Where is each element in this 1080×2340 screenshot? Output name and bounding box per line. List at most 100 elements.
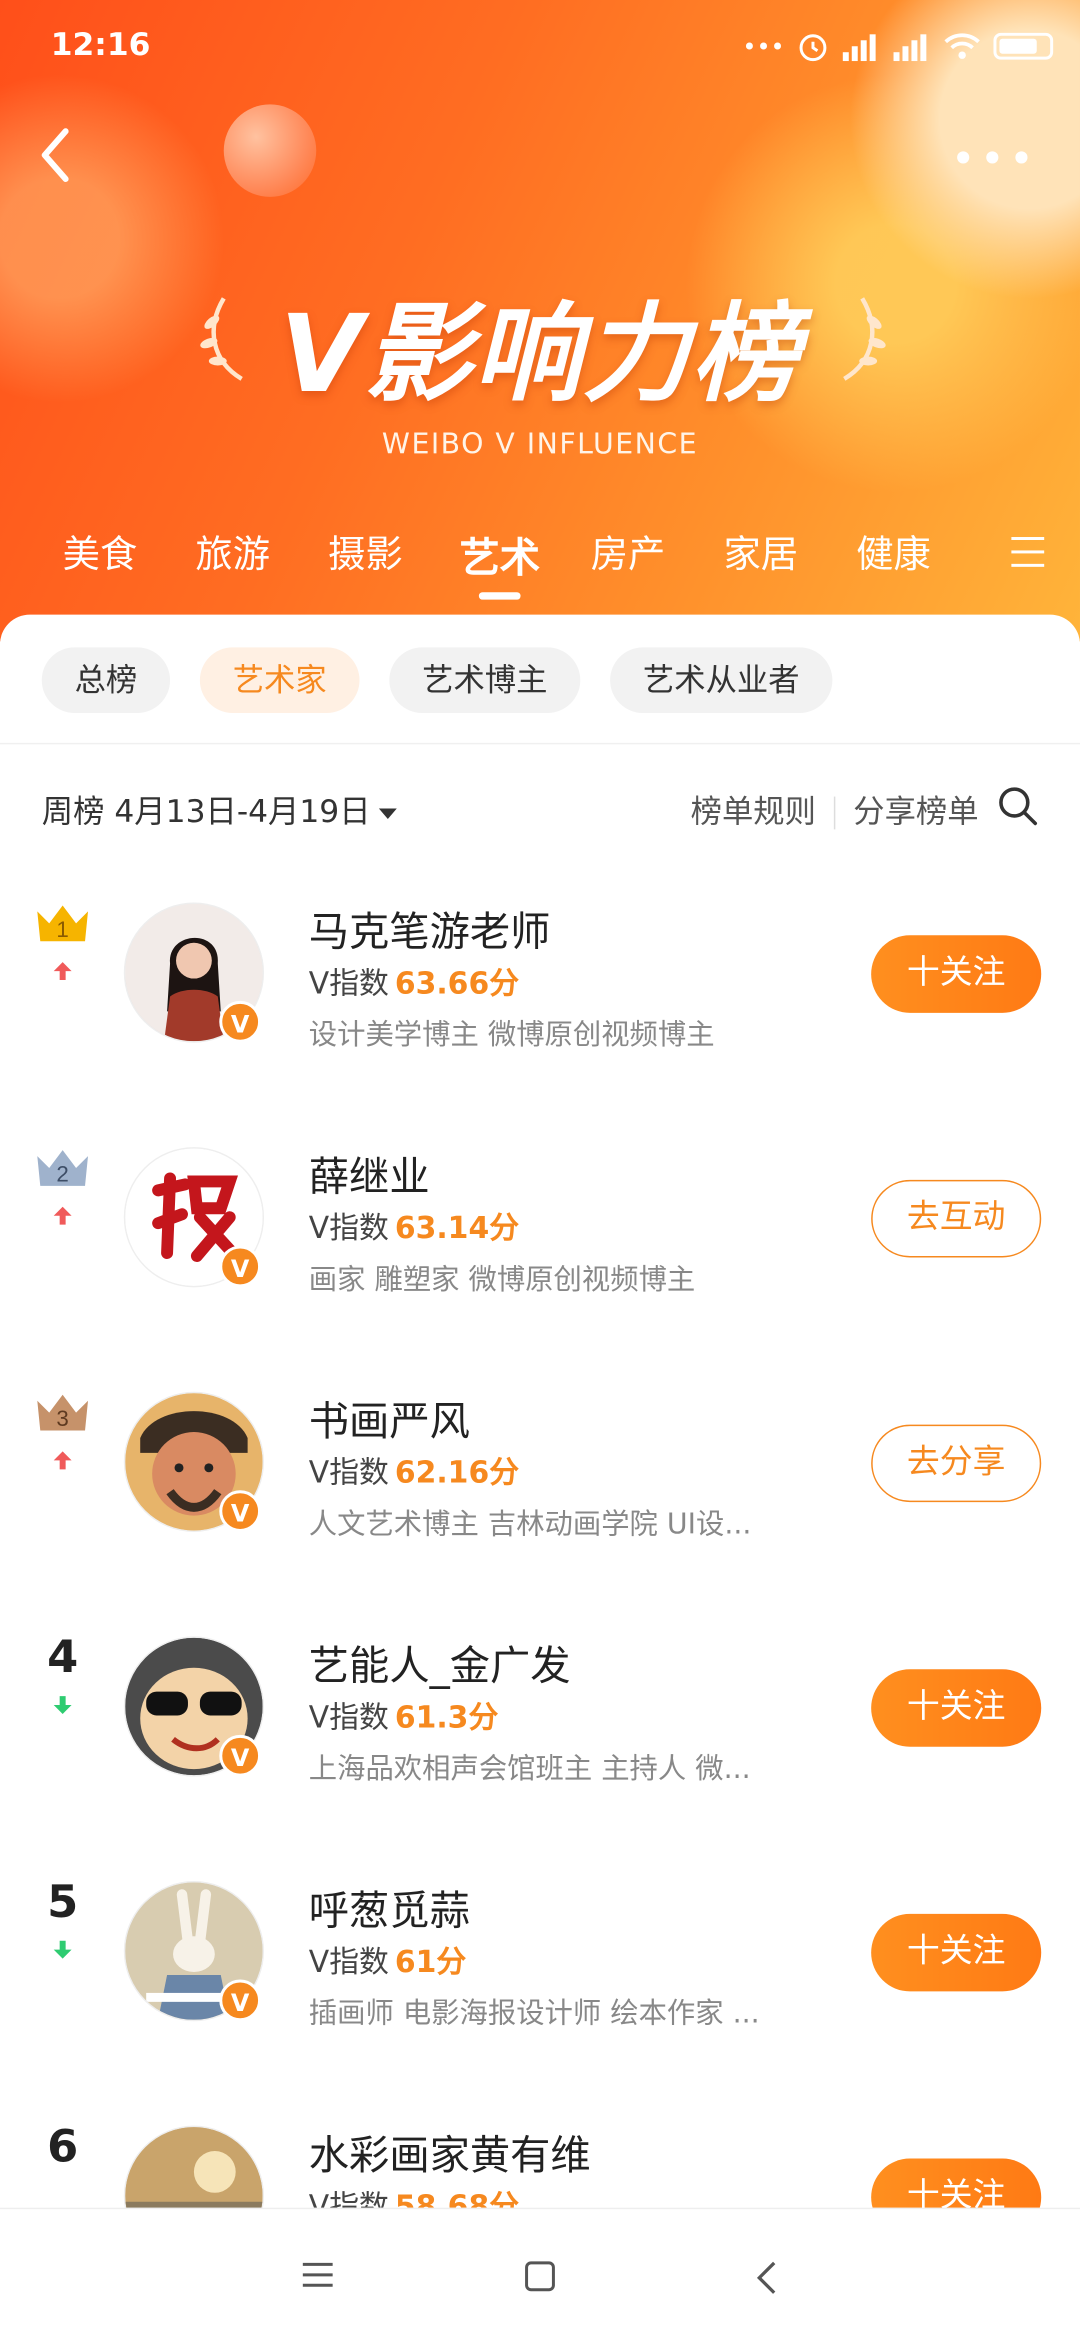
list-item[interactable]: 4 V 艺能人_金广发 V指数 61.3分 上海品欢相声会馆班主 主持人 微...… [0, 1592, 1080, 1816]
user-tags: 设计美学博主 微博原创视频博主 [308, 1018, 715, 1052]
interact-button[interactable]: 去互动 [871, 1179, 1042, 1258]
user-tags: 画家 雕塑家 微博原创视频博主 [308, 1263, 696, 1297]
v-index-label: V指数 [308, 1209, 389, 1246]
user-tags: 人文艺术博主 吉林动画学院 UI设... [308, 1508, 752, 1541]
list-item[interactable]: 3 V 书画严风 V指数 62.16分 人文艺术博主 吉林动画学院 UI设... … [0, 1347, 1080, 1571]
tab-label: 旅游 [195, 532, 271, 576]
user-name[interactable]: 马克笔游老师 [309, 899, 551, 957]
status-time: 12:16 [50, 26, 151, 63]
share-button[interactable]: 去分享 [871, 1424, 1042, 1503]
status-icons: ••• [742, 30, 1054, 63]
verified-v-badge-icon: V [219, 1000, 262, 1043]
alarm-icon [799, 34, 827, 62]
active-tab-indicator [478, 592, 521, 600]
back-arrow-icon[interactable] [30, 122, 90, 188]
user-tags: 上海品欢相声会馆班主 主持人 微... [308, 1752, 751, 1786]
chip-artist[interactable]: 艺术家 [199, 647, 360, 714]
v-index-label: V指数 [308, 1699, 389, 1735]
v-index-value: 62.16分 [394, 1454, 520, 1491]
search-icon[interactable] [996, 785, 1038, 827]
v-index-label: V指数 [308, 965, 389, 1001]
user-name[interactable]: 薛继业 [309, 1144, 430, 1202]
follow-button[interactable]: 十关注 [871, 935, 1042, 1013]
filter-links: 榜单规则 分享榜单 [691, 788, 979, 833]
tab-label: 家居 [723, 532, 799, 576]
chip-overall[interactable]: 总榜 [41, 647, 171, 714]
list-item[interactable]: 1 V 马克笔游老师 V指数 63.66分 设计美学博主 微博原创视频博主 十关注 [0, 858, 1080, 1082]
tab-photography[interactable]: 摄影 [328, 525, 403, 579]
header-banner: 12:16 ••• ••• V影响力榜 WEIBO V INFLUENCE 美食… [0, 0, 1080, 642]
rank-block: 6 [30, 2122, 96, 2174]
more-dots-icon: ••• [742, 32, 785, 61]
tabs-menu-icon[interactable] [1011, 537, 1045, 577]
v-index: V指数 61分 [309, 1938, 466, 1981]
follow-button[interactable]: 十关注 [871, 1669, 1042, 1747]
v-index-value: 61.3分 [394, 1699, 499, 1735]
user-name[interactable]: 艺能人_金广发 [309, 1633, 571, 1691]
rules-link[interactable]: 榜单规则 [691, 794, 816, 830]
rank-block: 2 [30, 1144, 96, 1234]
v-index-value: 63.66分 [394, 965, 520, 1001]
system-nav-bar [0, 2207, 1080, 2339]
user-name[interactable]: 呼葱觅蒜 [309, 1878, 470, 1936]
v-index: V指数 63.66分 [309, 959, 519, 1002]
more-options-icon[interactable]: ••• [951, 134, 1038, 183]
tab-label: 房产 [590, 532, 666, 576]
tab-realestate[interactable]: 房产 [591, 525, 666, 579]
follow-button[interactable]: 十关注 [871, 1913, 1042, 1992]
list-item[interactable]: 5 V 呼葱觅蒜 V指数 61分 插画师 电影海报设计师 绘本作家 ... 十关注 [0, 1836, 1080, 2060]
wifi-icon [944, 33, 980, 59]
silver-crown-icon: 2 [37, 1150, 89, 1186]
v-index-label: V指数 [308, 1943, 389, 1980]
caret-down-icon [379, 807, 398, 819]
v-index-label: V指数 [308, 1454, 389, 1491]
tab-label: 美食 [62, 532, 138, 576]
chip-art-practitioner[interactable]: 艺术从业者 [610, 647, 833, 714]
home-square-icon[interactable] [524, 2260, 557, 2293]
tab-home[interactable]: 家居 [723, 525, 798, 579]
share-list-link[interactable]: 分享榜单 [853, 794, 978, 830]
battery-icon [993, 32, 1054, 60]
rank-down-arrow-icon [53, 1696, 72, 1714]
user-name[interactable]: 书画严风 [309, 1389, 470, 1447]
user-name[interactable]: 水彩画家黄有维 [309, 2123, 591, 2181]
tab-art[interactable]: 艺术 [459, 525, 540, 600]
tab-travel[interactable]: 旅游 [195, 525, 270, 579]
rank-down-arrow-icon [53, 1940, 72, 1959]
menu-icon[interactable] [301, 2260, 334, 2290]
v-index: V指数 63.14分 [309, 1204, 519, 1247]
tab-food[interactable]: 美食 [63, 525, 138, 579]
verified-v-badge-icon: V [219, 1734, 262, 1777]
tab-label: 艺术 [459, 535, 540, 582]
v-index-value: 61分 [394, 1943, 467, 1980]
rank-number: 4 [47, 1631, 79, 1685]
banner-title: V影响力榜 [279, 290, 801, 417]
v-index: V指数 61.3分 [309, 1693, 499, 1736]
rank-up-arrow-icon [53, 962, 72, 981]
status-bar: 12:16 ••• [50, 21, 1054, 75]
week-selector[interactable]: 周榜 4月13日-4月19日 [42, 788, 398, 833]
back-nav-icon[interactable] [755, 2260, 779, 2296]
tab-label: 健康 [856, 532, 931, 576]
rank-number: 1 [56, 917, 68, 942]
user-tags: 插画师 电影海报设计师 绘本作家 ... [308, 1997, 760, 2031]
chip-art-blogger[interactable]: 艺术博主 [389, 647, 581, 714]
rank-block: 4 [30, 1633, 96, 1723]
decorative-orb [223, 104, 317, 197]
signal-icon-2 [893, 34, 927, 62]
rank-up-arrow-icon [53, 1451, 72, 1470]
rank-up-arrow-icon [53, 1206, 72, 1225]
v-index-value: 63.14分 [394, 1209, 520, 1246]
verified-v-badge-icon: V [219, 1490, 262, 1532]
week-label: 周榜 4月13日-4月19日 [41, 793, 371, 830]
bronze-crown-icon: 3 [37, 1394, 89, 1431]
rank-block: 1 [30, 899, 96, 989]
list-item[interactable]: 2 V 薛继业 V指数 63.14分 画家 雕塑家 微博原创视频博主 去互动 [0, 1102, 1080, 1326]
link-separator [833, 796, 836, 830]
tab-label: 摄影 [328, 532, 403, 576]
rank-number: 2 [56, 1161, 68, 1186]
verified-v-badge-icon: V [219, 1245, 262, 1288]
subcategory-chips: 总榜 艺术家 艺术博主 艺术从业者 [41, 647, 833, 714]
rank-number: 3 [56, 1406, 68, 1431]
tab-health[interactable]: 健康 [856, 525, 931, 579]
